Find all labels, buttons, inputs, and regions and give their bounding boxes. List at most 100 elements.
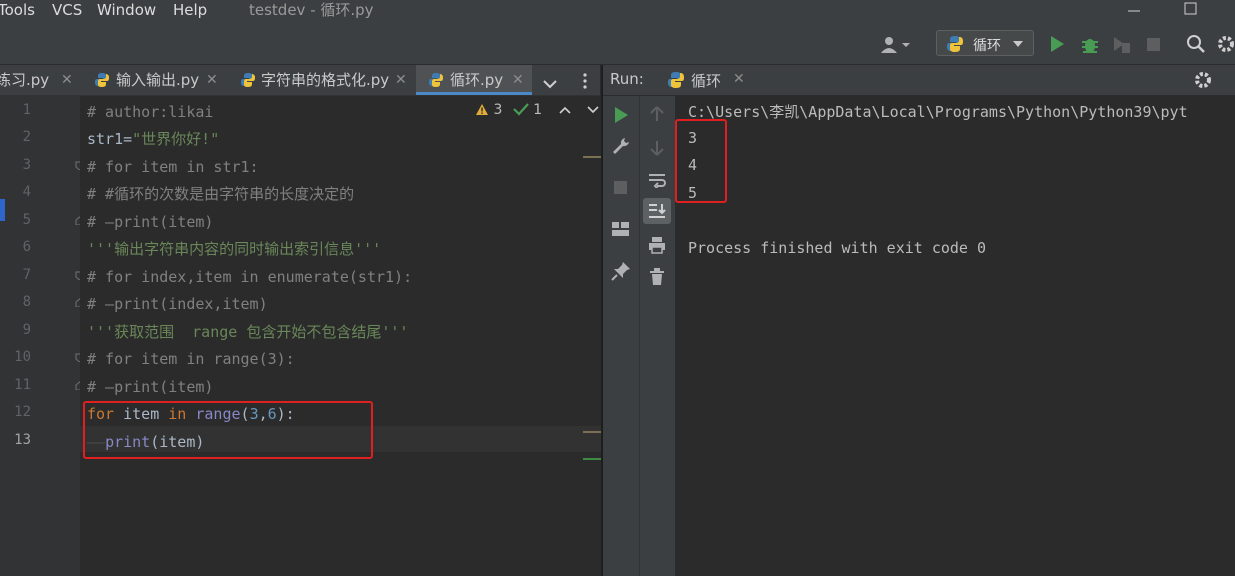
- run-configuration-select[interactable]: 循环: [936, 30, 1034, 56]
- line-number: 12: [14, 404, 31, 420]
- python-icon: [947, 36, 963, 52]
- stop-icon[interactable]: [614, 181, 628, 195]
- tab-loop[interactable]: 循环.py ✕: [416, 65, 532, 95]
- python-file-icon: [429, 73, 443, 87]
- line-number: 5: [22, 212, 31, 228]
- scrollbar-marker: [583, 458, 601, 460]
- line-number: 3: [22, 157, 31, 173]
- code-line: # —print(item): [87, 378, 214, 396]
- more-vertical-icon: [583, 73, 587, 89]
- tab-label: 练习.py: [0, 71, 50, 89]
- line-number: 11: [14, 377, 31, 393]
- gear-icon: [1195, 72, 1211, 88]
- user-icon[interactable]: [880, 35, 914, 59]
- menu-window[interactable]: Window: [97, 0, 156, 20]
- wrench-icon[interactable]: [611, 136, 631, 156]
- tab-label: 循环.py: [450, 71, 504, 89]
- scrollbar-marker: [583, 431, 601, 433]
- previous-highlight-icon[interactable]: [559, 106, 571, 114]
- code-line: str1="世界你好!": [87, 129, 219, 149]
- settings-button[interactable]: [1216, 34, 1235, 58]
- scroll-to-end-icon: [649, 204, 666, 218]
- python-icon: [668, 72, 684, 88]
- tab-list-button[interactable]: [543, 75, 557, 94]
- run-tab-label: 循环: [691, 72, 722, 90]
- maximize-icon: [1184, 2, 1197, 15]
- maximize-button[interactable]: [1170, 0, 1210, 22]
- annotation-box-code: [83, 401, 373, 459]
- rerun-icon[interactable]: [613, 106, 629, 124]
- run-settings-button[interactable]: [1193, 70, 1213, 94]
- bug-icon: [1082, 39, 1098, 53]
- inspection-widget[interactable]: 3 1: [475, 102, 599, 118]
- line-number: 8: [22, 294, 31, 310]
- python-file-icon: [241, 73, 255, 87]
- tab-label: 输入输出.py: [116, 71, 200, 89]
- code-editor[interactable]: 3 1 # author:likai str1="世界你好!" # for it…: [80, 96, 602, 576]
- pin-icon[interactable]: [611, 261, 631, 281]
- code-string: "世界你好!": [132, 130, 220, 148]
- scroll-to-end-toggle[interactable]: [643, 198, 671, 224]
- console-line: C:\Users\李凯\AppData\Local\Programs\Pytho…: [688, 103, 1188, 121]
- run-button[interactable]: [1049, 35, 1065, 57]
- tab-input-output[interactable]: 输入输出.py ✕: [82, 65, 228, 95]
- soft-wrap-icon[interactable]: [648, 172, 666, 188]
- code-line: # author:likai: [87, 103, 214, 121]
- line-number: 10: [14, 349, 31, 365]
- stop-button[interactable]: [1147, 37, 1161, 56]
- minimize-icon: [1128, 10, 1140, 12]
- arrow-up-icon[interactable]: [650, 106, 664, 122]
- gear-icon: [1218, 36, 1234, 52]
- close-icon[interactable]: ✕: [512, 65, 524, 95]
- trash-icon[interactable]: [649, 268, 665, 286]
- code-line: # —print(index,item): [87, 295, 268, 313]
- scrollbar-marker: [583, 156, 601, 158]
- annotation-box-output: [675, 119, 727, 203]
- code-line: # for item in range(3):: [87, 350, 295, 368]
- play-icon: [1051, 36, 1064, 52]
- typo-check-icon: [513, 103, 529, 116]
- next-highlight-icon[interactable]: [587, 106, 599, 114]
- run-tab[interactable]: 循环 ✕: [657, 65, 753, 95]
- line-number: 2: [22, 129, 31, 145]
- code-line: '''输出字符串内容的同时输出索引信息''': [87, 240, 382, 258]
- print-icon[interactable]: [648, 236, 666, 254]
- menu-help[interactable]: Help: [173, 0, 207, 20]
- coverage-button[interactable]: [1112, 35, 1134, 59]
- close-icon[interactable]: ✕: [61, 65, 73, 95]
- minimize-button[interactable]: [1114, 0, 1154, 22]
- menu-bar: Tools VCS Window Help testdev - 循环.py: [0, 0, 1235, 26]
- run-configuration-label: 循环: [973, 38, 1001, 54]
- search-icon: [1187, 35, 1205, 53]
- stop-icon: [1147, 38, 1160, 51]
- tab-menu-button[interactable]: [582, 72, 588, 94]
- console-line: Process finished with exit code 0: [688, 239, 987, 257]
- menu-tools[interactable]: Tools: [0, 0, 35, 20]
- close-icon[interactable]: ✕: [733, 71, 745, 87]
- menu-vcs[interactable]: VCS: [52, 0, 82, 20]
- coverage-icon: [1114, 37, 1130, 53]
- tab-label: 字符串的格式化.py: [261, 71, 390, 89]
- line-number: 1: [22, 102, 31, 118]
- window-title: testdev - 循环.py: [249, 1, 374, 19]
- line-number: 7: [22, 267, 31, 283]
- code-line: '''获取范围 range 包含开始不包含结尾''': [87, 323, 409, 341]
- line-number-current: 13: [14, 432, 31, 448]
- arrow-down-icon[interactable]: [650, 140, 664, 156]
- close-icon[interactable]: ✕: [395, 65, 407, 95]
- run-label: Run:: [610, 70, 644, 88]
- run-console[interactable]: C:\Users\李凯\AppData\Local\Programs\Pytho…: [675, 96, 1235, 576]
- debug-button[interactable]: [1080, 35, 1100, 59]
- code-line: # for item in str1:: [87, 158, 259, 176]
- layout-icon[interactable]: [611, 221, 631, 237]
- warning-icon: [476, 104, 488, 115]
- close-icon[interactable]: ✕: [206, 65, 218, 95]
- code-line: # —print(item): [87, 213, 214, 231]
- line-number: 6: [22, 239, 31, 255]
- editor-tab-bar: 练习.py ✕ 输入输出.py ✕ 字符串的格式化.py ✕ 循环.py ✕: [0, 65, 600, 96]
- tab-practice[interactable]: 练习.py ✕: [0, 65, 80, 95]
- search-button[interactable]: [1186, 34, 1206, 58]
- line-number-gutter: 1 2 3 4 5 6 7 8 9 10 11 12 13: [0, 96, 83, 576]
- tab-string-format[interactable]: 字符串的格式化.py ✕: [228, 65, 416, 95]
- line-number: 9: [22, 322, 31, 338]
